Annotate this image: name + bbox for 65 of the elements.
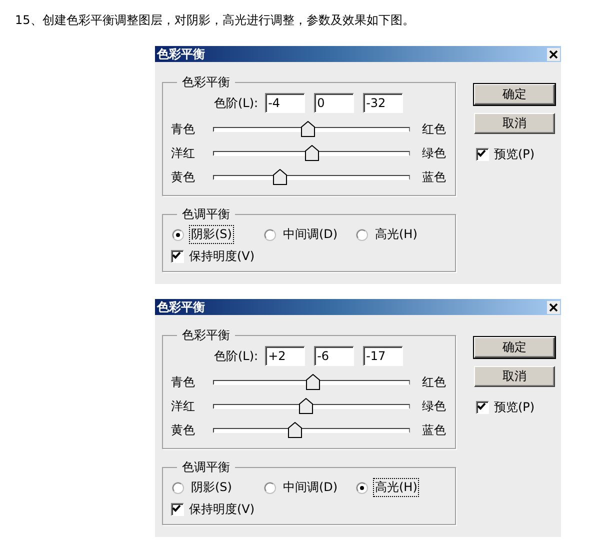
slider-label: 洋红 [171,144,196,162]
radio-label[interactable]: 阴影(S) [189,225,234,244]
slider-thumb[interactable] [272,169,287,185]
slider-label: 蓝色 [422,168,446,186]
checkbox[interactable] [476,148,489,161]
group-title: 色调平衡 [181,459,231,476]
slider-thumb[interactable] [300,121,315,137]
radio-label[interactable]: 中间调(D) [281,225,340,244]
radio-label[interactable]: 高光(H) [373,478,420,497]
radio-button[interactable] [264,482,276,494]
slider-label: 青色 [171,374,196,390]
input-field[interactable]: +2 [265,346,306,366]
slider-track[interactable] [213,374,410,390]
ok-button[interactable]: 确定 [474,337,555,358]
radio-button[interactable] [172,482,184,494]
input-field[interactable]: -32 [363,93,404,113]
group-title: 色彩平衡 [181,74,231,91]
checkbox-label[interactable]: 预览(P) [494,146,535,163]
slider-thumb[interactable] [298,398,313,414]
slider-thumb[interactable] [304,145,318,161]
group-title: 色彩平衡 [181,327,231,344]
field-label: 色阶(L): [214,94,258,112]
input-field[interactable]: -6 [314,346,354,366]
slider-track[interactable] [213,398,410,414]
cancel-button[interactable]: 取消 [474,113,555,134]
slider-thumb[interactable] [306,374,320,390]
close-icon[interactable] [547,48,560,60]
field-label: 色阶(L): [214,348,258,364]
input-field[interactable]: 0 [314,93,354,113]
radio-label[interactable]: 阴影(S) [189,478,234,497]
radio-label[interactable]: 高光(H) [373,225,420,244]
slider-track[interactable] [213,422,410,438]
slider-label: 青色 [171,120,196,138]
slider-label: 红色 [422,120,446,138]
cancel-button[interactable]: 取消 [474,366,555,387]
checkbox-label[interactable]: 保持明度(V) [189,501,255,518]
radio-label[interactable]: 中间调(D) [281,478,340,497]
slider-thumb[interactable] [288,422,302,438]
slider-track[interactable] [213,169,410,185]
checkbox[interactable] [171,503,184,516]
slider-label: 绿色 [422,144,446,162]
slider-label: 黄色 [171,422,196,438]
slider-label: 黄色 [171,168,196,186]
slider-track[interactable] [213,145,410,161]
radio-button[interactable] [356,228,368,240]
checkbox-label[interactable]: 预览(P) [494,399,535,416]
checkbox-label[interactable]: 保持明度(V) [189,248,255,265]
radio-button[interactable] [264,228,276,240]
slider-label: 洋红 [171,398,196,414]
input-field[interactable]: -4 [265,93,306,113]
checkbox[interactable] [476,401,489,414]
window-title: 色彩平衡 [156,299,205,315]
radio-button[interactable] [356,482,368,494]
checkbox[interactable] [171,250,184,263]
slider-label: 红色 [422,374,446,390]
window-title: 色彩平衡 [156,46,205,62]
ok-button[interactable]: 确定 [474,84,555,105]
slider-track[interactable] [213,121,410,137]
close-icon[interactable] [547,300,560,314]
slider-label: 绿色 [422,398,446,414]
slider-label: 蓝色 [422,422,446,438]
input-field[interactable]: -17 [363,346,404,366]
group-title: 色调平衡 [181,206,231,223]
radio-button[interactable] [172,228,184,240]
step-text: 15、创建色彩平衡调整图层，对阴影，高光进行调整，参数及效果如下图。 [14,12,416,29]
